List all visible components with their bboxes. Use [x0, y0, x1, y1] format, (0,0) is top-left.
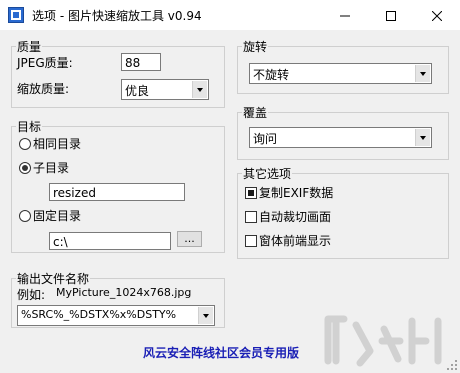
- subdir-input[interactable]: resized: [49, 183, 185, 201]
- watermark-logo: [324, 315, 442, 367]
- always-on-top-label[interactable]: 窗体前端显示: [259, 232, 331, 249]
- rotate-group: 旋转 不旋转: [237, 38, 449, 94]
- output-legend: 输出文件名称: [16, 270, 91, 287]
- other-options-legend: 其它选项: [242, 165, 293, 182]
- overwrite-legend: 覆盖: [242, 104, 269, 121]
- rotate-legend: 旋转: [242, 38, 269, 55]
- chevron-down-icon[interactable]: [415, 129, 430, 146]
- resize-grip-icon[interactable]: [446, 359, 458, 371]
- radio-same-dir-label[interactable]: 相同目录: [33, 135, 81, 152]
- rotate-select[interactable]: 不旋转: [249, 63, 432, 84]
- output-name-group: 输出文件名称 例如: MyPicture_1024x768.jpg %SRC%_…: [11, 270, 225, 328]
- filename-pattern-value: %SRC%_%DSTX%x%DSTY%: [21, 308, 177, 321]
- maximize-button[interactable]: [368, 0, 414, 30]
- maximize-icon: [386, 10, 396, 21]
- radio-fixed-dir[interactable]: [19, 210, 31, 222]
- options-window: 选项 - 图片快速缩放工具 v0.94 质量 JPEG质量: 88 缩放质量: …: [0, 0, 460, 373]
- rotate-value: 不旋转: [253, 68, 290, 82]
- quality-legend: 质量: [16, 38, 43, 55]
- auto-crop-label[interactable]: 自动裁切画面: [259, 208, 331, 225]
- radio-subdir[interactable]: [19, 162, 31, 174]
- title-bar[interactable]: 选项 - 图片快速缩放工具 v0.94: [0, 0, 460, 30]
- radio-same-dir[interactable]: [19, 138, 31, 150]
- fixed-dir-input[interactable]: c:\: [49, 232, 171, 250]
- filename-pattern-select[interactable]: %SRC%_%DSTX%x%DSTY%: [17, 305, 215, 326]
- copy-exif-checkbox[interactable]: [245, 187, 257, 199]
- other-options-group: 其它选项 复制EXIF数据 自动裁切画面 窗体前端显示: [237, 165, 449, 259]
- radio-fixed-dir-label[interactable]: 固定目录: [33, 207, 81, 224]
- chevron-down-icon[interactable]: [198, 307, 213, 324]
- close-icon: [431, 10, 443, 21]
- always-on-top-checkbox[interactable]: [245, 235, 257, 247]
- close-button[interactable]: [414, 0, 460, 30]
- example-label: 例如:: [17, 288, 46, 302]
- jpeg-quality-label: JPEG质量:: [17, 56, 73, 70]
- footer-edition-text: 风云安全阵线社区会员专用版: [143, 346, 300, 360]
- jpeg-quality-input[interactable]: 88: [121, 53, 161, 71]
- copy-exif-label[interactable]: 复制EXIF数据: [259, 184, 333, 201]
- overwrite-select[interactable]: 询问: [249, 127, 432, 148]
- browse-button[interactable]: ...: [177, 231, 202, 247]
- scale-quality-label: 缩放质量:: [17, 82, 70, 96]
- minimize-button[interactable]: [322, 0, 368, 30]
- chevron-down-icon[interactable]: [415, 65, 430, 82]
- window-title: 选项 - 图片快速缩放工具 v0.94: [32, 9, 202, 23]
- example-value: MyPicture_1024x768.jpg: [56, 286, 192, 299]
- app-icon: [8, 7, 24, 23]
- auto-crop-checkbox[interactable]: [245, 211, 257, 223]
- quality-group: 质量 JPEG质量: 88 缩放质量: 优良: [11, 38, 225, 108]
- overwrite-value: 询问: [253, 132, 278, 146]
- target-group: 目标 相同目录 子目录 resized 固定目录 c:\ ...: [11, 118, 225, 253]
- radio-subdir-label[interactable]: 子目录: [33, 159, 69, 176]
- minimize-icon: [340, 15, 350, 16]
- scale-quality-select[interactable]: 优良: [121, 79, 209, 100]
- chevron-down-icon[interactable]: [192, 81, 207, 98]
- target-legend: 目标: [16, 118, 43, 135]
- overwrite-group: 覆盖 询问: [237, 104, 449, 160]
- scale-quality-value: 优良: [125, 84, 150, 98]
